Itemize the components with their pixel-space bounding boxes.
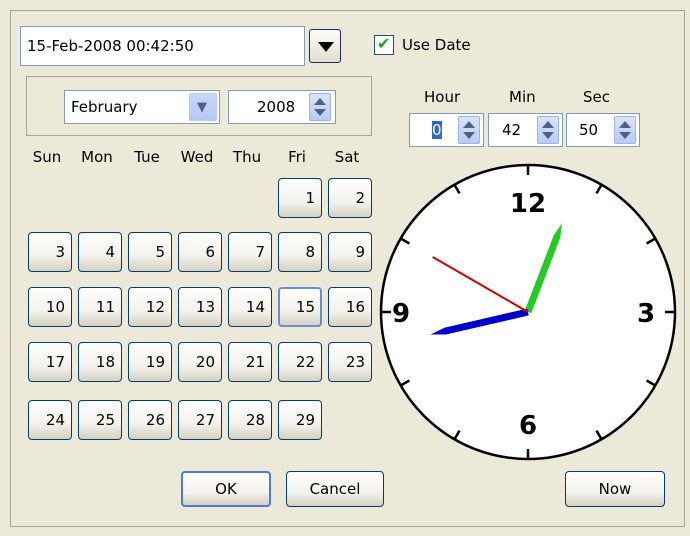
sec-spinner[interactable]: 50 bbox=[566, 113, 640, 147]
day-button[interactable]: 20 bbox=[178, 342, 222, 382]
day-button[interactable]: 9 bbox=[328, 232, 372, 272]
sec-value: 50 bbox=[579, 121, 599, 139]
day-button[interactable]: 2 bbox=[328, 178, 372, 218]
day-button[interactable]: 18 bbox=[78, 342, 122, 382]
spin-down-icon[interactable] bbox=[542, 132, 554, 139]
day-button[interactable]: 17 bbox=[28, 342, 72, 382]
weekday-header: Mon bbox=[81, 148, 113, 166]
day-button[interactable]: 11 bbox=[78, 287, 122, 327]
spin-up-icon[interactable] bbox=[619, 121, 631, 128]
day-button[interactable]: 8 bbox=[278, 232, 322, 272]
clock-numeral-3: 3 bbox=[637, 299, 655, 329]
day-button[interactable]: 16 bbox=[328, 287, 372, 327]
min-value: 42 bbox=[502, 121, 522, 139]
checkmark-icon: ✔ bbox=[377, 34, 391, 53]
sec-spin-arrows[interactable] bbox=[614, 116, 636, 144]
hour-spinner[interactable]: 0 bbox=[409, 113, 484, 147]
day-button[interactable]: 29 bbox=[278, 400, 322, 440]
day-button[interactable]: 26 bbox=[128, 400, 172, 440]
spin-up-icon[interactable] bbox=[314, 98, 326, 105]
month-dropdown-arrow[interactable]: ▼ bbox=[189, 93, 217, 121]
year-spin-arrows[interactable] bbox=[309, 93, 331, 121]
spin-down-icon[interactable] bbox=[619, 132, 631, 139]
day-button-selected[interactable]: 15 bbox=[278, 287, 322, 327]
hour-spin-arrows[interactable] bbox=[458, 116, 480, 144]
day-button[interactable]: 10 bbox=[28, 287, 72, 327]
weekday-header: Sun bbox=[32, 148, 62, 166]
spin-up-icon[interactable] bbox=[542, 121, 554, 128]
day-button[interactable]: 27 bbox=[178, 400, 222, 440]
min-spin-arrows[interactable] bbox=[537, 116, 559, 144]
sec-label: Sec bbox=[583, 88, 610, 106]
day-button[interactable]: 23 bbox=[328, 342, 372, 382]
use-date-checkbox[interactable]: ✔ bbox=[374, 35, 394, 55]
weekday-header: Tue bbox=[134, 148, 160, 166]
now-button[interactable]: Now bbox=[565, 471, 665, 507]
day-button[interactable]: 1 bbox=[278, 178, 322, 218]
day-button[interactable]: 7 bbox=[228, 232, 272, 272]
chevron-down-icon bbox=[318, 42, 334, 52]
analog-clock: 12 3 6 9 bbox=[379, 163, 677, 461]
day-button[interactable]: 19 bbox=[128, 342, 172, 382]
weekday-header: Thu bbox=[232, 148, 262, 166]
weekday-header: Sat bbox=[334, 148, 360, 166]
date-time-field[interactable]: 15-Feb-2008 00:42:50 bbox=[20, 26, 305, 66]
ok-button[interactable]: OK bbox=[181, 471, 271, 507]
weekday-header: Fri bbox=[288, 148, 306, 166]
spin-down-icon[interactable] bbox=[463, 132, 475, 139]
day-button[interactable]: 14 bbox=[228, 287, 272, 327]
day-button[interactable]: 25 bbox=[78, 400, 122, 440]
chevron-down-icon: ▼ bbox=[197, 100, 207, 115]
day-button[interactable]: 13 bbox=[178, 287, 222, 327]
min-spinner[interactable]: 42 bbox=[488, 113, 563, 147]
min-label: Min bbox=[509, 88, 536, 106]
hour-label: Hour bbox=[424, 88, 461, 106]
day-button[interactable]: 21 bbox=[228, 342, 272, 382]
spin-down-icon[interactable] bbox=[314, 109, 326, 116]
day-button[interactable]: 24 bbox=[28, 400, 72, 440]
date-time-value: 15-Feb-2008 00:42:50 bbox=[27, 37, 194, 55]
cancel-button[interactable]: Cancel bbox=[286, 471, 384, 507]
hour-value: 0 bbox=[432, 121, 442, 139]
clock-numeral-9: 9 bbox=[392, 299, 410, 329]
use-date-label[interactable]: Use Date bbox=[402, 36, 471, 54]
clock-numeral-6: 6 bbox=[519, 411, 537, 441]
dropdown-button[interactable] bbox=[309, 29, 341, 63]
month-select[interactable]: February ▼ bbox=[64, 90, 220, 124]
year-value: 2008 bbox=[257, 98, 296, 116]
day-button[interactable]: 5 bbox=[128, 232, 172, 272]
day-button[interactable]: 6 bbox=[178, 232, 222, 272]
clock-numeral-12: 12 bbox=[510, 189, 546, 219]
day-button[interactable]: 12 bbox=[128, 287, 172, 327]
weekday-header: Wed bbox=[180, 148, 214, 166]
year-spinner[interactable]: 2008 bbox=[228, 90, 336, 124]
spin-up-icon[interactable] bbox=[463, 121, 475, 128]
day-button[interactable]: 3 bbox=[28, 232, 72, 272]
day-button[interactable]: 28 bbox=[228, 400, 272, 440]
day-button[interactable]: 4 bbox=[78, 232, 122, 272]
day-button[interactable]: 22 bbox=[278, 342, 322, 382]
month-value: February bbox=[71, 98, 138, 116]
